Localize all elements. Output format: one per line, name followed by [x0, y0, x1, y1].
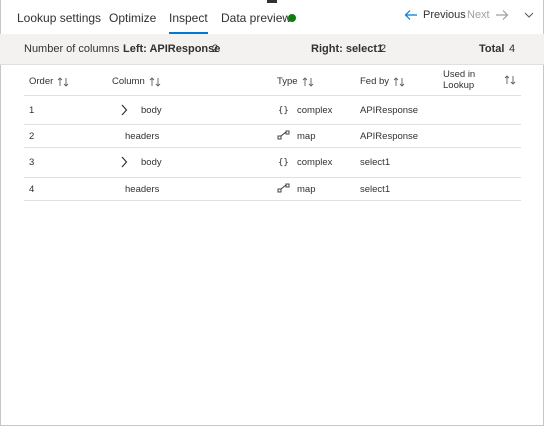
cell-order: 1	[29, 105, 35, 116]
cell-type: complex	[297, 157, 333, 168]
sort-icon[interactable]	[393, 76, 406, 87]
braces-icon: {}	[278, 106, 289, 115]
summary-left-count: 2	[212, 43, 219, 55]
svg-text:{}: {}	[278, 106, 289, 115]
tab-lookup-settings[interactable]: Lookup settings	[17, 11, 101, 25]
cell-order: 4	[29, 184, 35, 195]
cell-type: complex	[297, 105, 333, 116]
braces-icon: {}	[278, 158, 289, 167]
header-order[interactable]: Order	[29, 76, 70, 87]
column-summary-bar: Number of columns Left: APIResponse 2 Ri…	[0, 34, 544, 65]
map-icon	[277, 183, 290, 193]
cell-type: map	[297, 131, 316, 142]
summary-right-label: Right: select1	[311, 43, 384, 55]
header-type[interactable]: Type	[277, 76, 315, 87]
chevron-right-icon[interactable]	[120, 156, 128, 168]
header-type-label: Type	[277, 76, 298, 87]
arrow-right-icon	[495, 10, 508, 20]
map-icon	[277, 130, 290, 140]
summary-label: Number of columns	[24, 43, 120, 55]
cell-column: body	[141, 157, 162, 168]
cell-column: body	[141, 105, 162, 116]
next-label: Next	[467, 9, 490, 21]
summary-total-count: 4	[509, 43, 516, 55]
cell-type: map	[297, 184, 316, 195]
header-column-label: Column	[112, 76, 145, 87]
header-fed-by[interactable]: Fed by	[360, 76, 406, 87]
cell-fed-by: APIResponse	[360, 131, 419, 142]
next-button[interactable]: Next	[467, 9, 509, 21]
sort-icon[interactable]	[504, 75, 517, 85]
cell-column: headers	[125, 184, 160, 195]
cell-fed-by: APIResponse	[360, 105, 419, 116]
summary-total-label: Total	[479, 43, 505, 55]
arrow-left-icon	[404, 10, 417, 20]
summary-left-label: Left: APIResponse	[123, 43, 221, 55]
header-order-label: Order	[29, 76, 54, 87]
sort-icon[interactable]	[57, 76, 70, 87]
previous-button[interactable]: Previous	[404, 9, 466, 21]
sort-icon[interactable]	[149, 76, 162, 87]
cell-fed-by: select1	[360, 157, 391, 168]
cell-fed-by: select1	[360, 184, 391, 195]
table-row[interactable]: 3 body {} complex select1	[24, 148, 521, 178]
table-row[interactable]: 2 headers map APIResponse	[24, 125, 521, 148]
previous-label: Previous	[423, 9, 466, 21]
table-header: Order Column Type Fed by Used in Lookup	[24, 66, 521, 96]
cell-order: 2	[29, 131, 35, 142]
table-row[interactable]: 4 headers map select1	[24, 178, 521, 201]
table-row[interactable]: 1 body {} complex APIResponse	[24, 96, 521, 125]
tab-optimize[interactable]: Optimize	[109, 11, 156, 25]
header-column[interactable]: Column	[112, 76, 162, 87]
tab-inspect[interactable]: Inspect	[169, 11, 208, 34]
summary-right-count: 2	[380, 43, 387, 55]
cell-order: 3	[29, 157, 35, 168]
tab-data-preview[interactable]: Data preview	[221, 11, 291, 25]
status-dot-icon	[288, 14, 296, 22]
inspect-table: Order Column Type Fed by Used in Lookup …	[24, 66, 521, 201]
header-used-in-lookup[interactable]: Used in Lookup	[443, 69, 487, 91]
cell-column: headers	[125, 131, 160, 142]
svg-text:{}: {}	[278, 158, 289, 167]
sort-icon[interactable]	[302, 76, 315, 87]
header-fed-by-label: Fed by	[360, 76, 390, 87]
header-used-in-lookup-label: Used in Lookup	[443, 69, 476, 91]
chevron-down-icon[interactable]	[524, 11, 534, 19]
tab-bar: Lookup settings Optimize Inspect Data pr…	[0, 0, 544, 34]
chevron-right-icon[interactable]	[120, 104, 128, 116]
